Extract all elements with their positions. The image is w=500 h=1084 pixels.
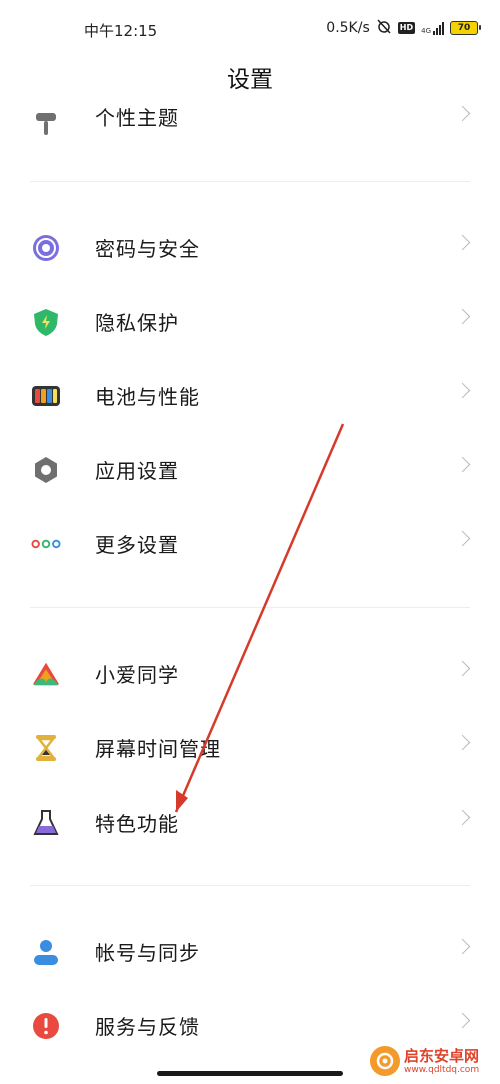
list-item-more-settings[interactable]: 更多设置 [0, 507, 500, 579]
list-item-label: 特色功能 [95, 812, 179, 836]
status-icons: 0.5K/s HD 4G 70 [326, 18, 481, 38]
list-item-battery[interactable]: 电池与性能 [0, 359, 500, 431]
chevron-right-icon [454, 660, 471, 677]
xiaoai-icon [31, 659, 61, 689]
list-item-label: 密码与安全 [95, 237, 200, 261]
chevron-right-icon [454, 809, 471, 826]
list-item-privacy[interactable]: 隐私保护 [0, 285, 500, 357]
chevron-right-icon [454, 456, 471, 473]
more-dots-icon [31, 529, 61, 559]
list-item-label: 服务与反馈 [95, 1015, 200, 1039]
divider [30, 885, 470, 886]
list-item-label: 应用设置 [95, 459, 179, 483]
watermark-logo: 启东安卓网 www.qdltdq.com [370, 1046, 479, 1076]
hd-badge: HD [397, 22, 416, 34]
signal-icon: 4G [421, 21, 444, 35]
page-title: 设置 [227, 67, 273, 93]
privacy-shield-icon [31, 307, 61, 337]
hourglass-icon [31, 733, 61, 763]
account-icon [31, 937, 61, 967]
home-indicator[interactable] [157, 1071, 343, 1076]
list-item-xiaoai[interactable]: 小爱同学 [0, 637, 500, 709]
chevron-right-icon [454, 382, 471, 399]
battery-level: 70 [457, 23, 471, 33]
watermark-icon [370, 1046, 400, 1076]
chevron-right-icon [454, 938, 471, 955]
list-item-password-security[interactable]: 密码与安全 [0, 211, 500, 283]
chevron-right-icon [454, 530, 471, 547]
status-time: 中午12:15 [84, 22, 158, 40]
divider [30, 181, 470, 182]
watermark-name: 启东安卓网 [404, 1046, 480, 1065]
chevron-right-icon [454, 234, 471, 251]
watermark-url: www.qdltdq.com [404, 1064, 480, 1075]
net-speed: 0.5K/s [326, 20, 370, 36]
list-item-label: 帐号与同步 [95, 941, 200, 965]
list-item-label: 更多设置 [95, 533, 179, 557]
list-item-label: 小爱同学 [95, 663, 179, 687]
battery-icon: 70 [450, 21, 481, 35]
list-item-label: 电池与性能 [95, 385, 200, 409]
chevron-right-icon [454, 105, 471, 122]
alarm-off-icon [376, 18, 392, 38]
chevron-right-icon [454, 734, 471, 751]
password-security-icon [31, 233, 61, 263]
list-item-theme[interactable]: 个性主题 [0, 96, 500, 138]
gear-icon [31, 455, 61, 485]
theme-brush-icon [31, 110, 61, 138]
status-bar: 中午12:15 0.5K/s HD 4G 70 [0, 0, 500, 58]
network-type: 4G [421, 27, 431, 35]
feedback-icon [31, 1011, 61, 1041]
chevron-right-icon [454, 1012, 471, 1029]
chevron-right-icon [454, 308, 471, 325]
battery-performance-icon [31, 381, 61, 411]
list-item-app-settings[interactable]: 应用设置 [0, 433, 500, 505]
list-item-special-features[interactable]: 特色功能 [0, 786, 500, 858]
list-item-screen-time[interactable]: 屏幕时间管理 [0, 711, 500, 783]
list-item-label: 个性主题 [95, 106, 179, 130]
flask-icon [31, 808, 61, 838]
list-item-label: 屏幕时间管理 [95, 737, 221, 761]
list-item-account-sync[interactable]: 帐号与同步 [0, 915, 500, 987]
list-item-label: 隐私保护 [95, 311, 179, 335]
divider [30, 607, 470, 608]
